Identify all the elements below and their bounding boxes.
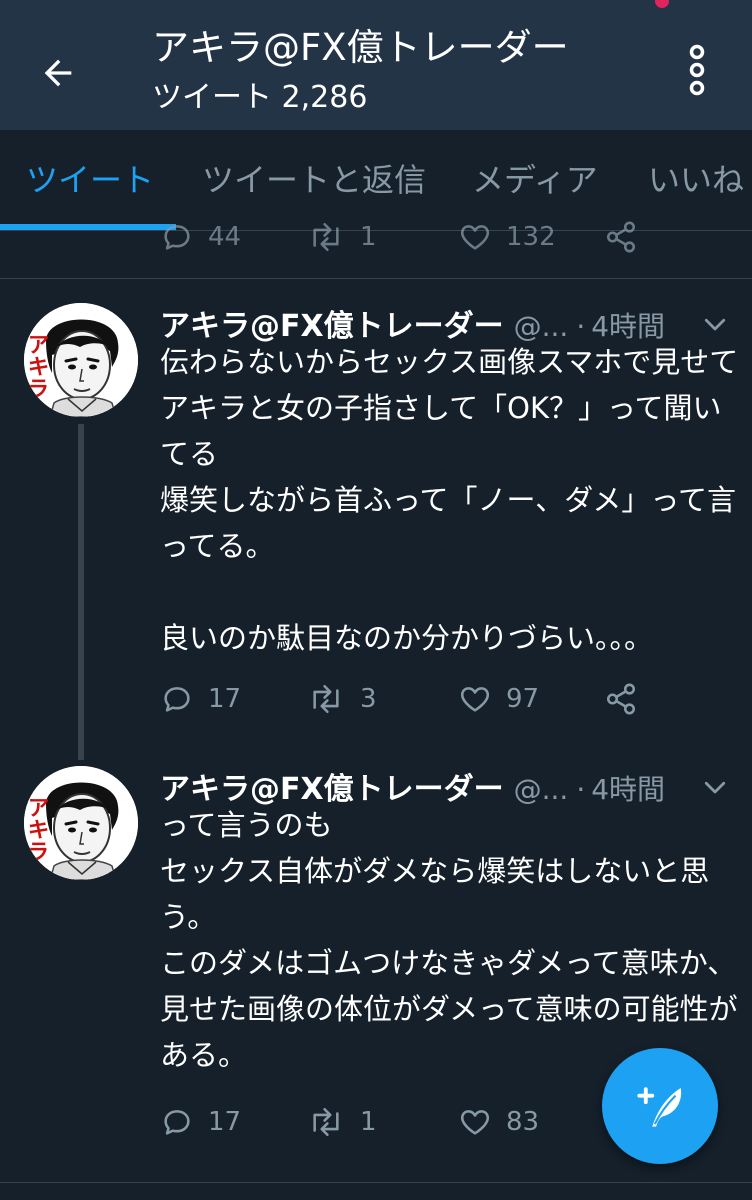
- avatar-name-text: アキラ: [24, 333, 49, 399]
- tweet-actions: 17 3 97: [0, 677, 752, 721]
- reply-count: 17: [208, 684, 242, 714]
- tweet-divider: [0, 1182, 752, 1183]
- tab-media[interactable]: メディア: [472, 158, 598, 202]
- heart-icon: [460, 1110, 490, 1135]
- previous-tweet-actions: 44 1 132: [0, 215, 752, 259]
- tweet-body: って言うのも セックス自体がダメなら爆笑はしないと思う。 このダメはゴムつけなき…: [160, 808, 738, 1072]
- reply-button[interactable]: 17: [160, 1100, 241, 1144]
- avatar-illustration: アキラ: [24, 766, 138, 880]
- avatar[interactable]: アキラ: [24, 303, 138, 417]
- share-button[interactable]: [604, 215, 638, 259]
- compose-tweet-button[interactable]: [602, 1048, 718, 1164]
- tab-tweets-and-replies[interactable]: ツイートと返信: [202, 158, 426, 202]
- share-icon: [606, 683, 636, 715]
- retweet-icon: [313, 1107, 339, 1137]
- tweet-item[interactable]: アキラ アキラ@FX億トレーダー @... · 4時間 伝わらないからセックス画…: [0, 279, 752, 760]
- reply-count: 44: [208, 222, 242, 252]
- more-options-button[interactable]: [672, 40, 722, 100]
- like-count: 132: [506, 222, 556, 252]
- tweet-body: 伝わらないからセックス画像スマホで見せてアキラと女の子指さして「OK？」って聞い…: [160, 345, 739, 655]
- avatar-illustration: アキラ: [24, 303, 138, 417]
- compose-tweet-icon: [637, 1087, 682, 1127]
- retweet-count: 1: [360, 222, 377, 252]
- like-count: 83: [506, 1107, 540, 1137]
- reply-count: 17: [208, 1107, 242, 1137]
- retweet-button[interactable]: 1: [306, 215, 377, 259]
- notification-dot: [655, 0, 669, 8]
- retweet-button[interactable]: 3: [306, 677, 377, 721]
- retweet-button[interactable]: 1: [306, 1100, 377, 1144]
- share-button[interactable]: [604, 677, 638, 721]
- app-header: アキラ@FX億トレーダー ツイート 2,286: [0, 0, 752, 130]
- reply-icon: [164, 1110, 190, 1135]
- reply-button[interactable]: 44: [160, 215, 241, 259]
- reply-icon: [164, 225, 190, 250]
- like-button[interactable]: 97: [458, 677, 539, 721]
- retweet-count: 1: [360, 1107, 377, 1137]
- retweet-icon: [313, 222, 339, 252]
- arrow-left-icon: [44, 59, 72, 87]
- reply-icon: [164, 687, 190, 712]
- more-vertical-icon: [689, 44, 705, 96]
- tab-tweets[interactable]: ツイート: [26, 158, 154, 202]
- heart-icon: [460, 225, 490, 250]
- like-button[interactable]: 83: [458, 1100, 539, 1144]
- back-button[interactable]: [30, 45, 86, 101]
- retweet-icon: [313, 684, 339, 714]
- like-button[interactable]: 132: [458, 215, 556, 259]
- avatar[interactable]: アキラ: [24, 766, 138, 880]
- chevron-down-icon[interactable]: [700, 309, 730, 339]
- tweet-count: ツイート 2,286: [152, 80, 368, 115]
- profile-title: アキラ@FX億トレーダー: [152, 26, 569, 69]
- chevron-down-icon[interactable]: [700, 772, 730, 802]
- heart-icon: [460, 687, 490, 712]
- retweet-count: 3: [360, 684, 377, 714]
- avatar-name-text: アキラ: [24, 796, 49, 862]
- reply-button[interactable]: 17: [160, 677, 241, 721]
- share-icon: [606, 221, 636, 253]
- like-count: 97: [506, 684, 540, 714]
- tab-likes[interactable]: いいね: [648, 158, 744, 202]
